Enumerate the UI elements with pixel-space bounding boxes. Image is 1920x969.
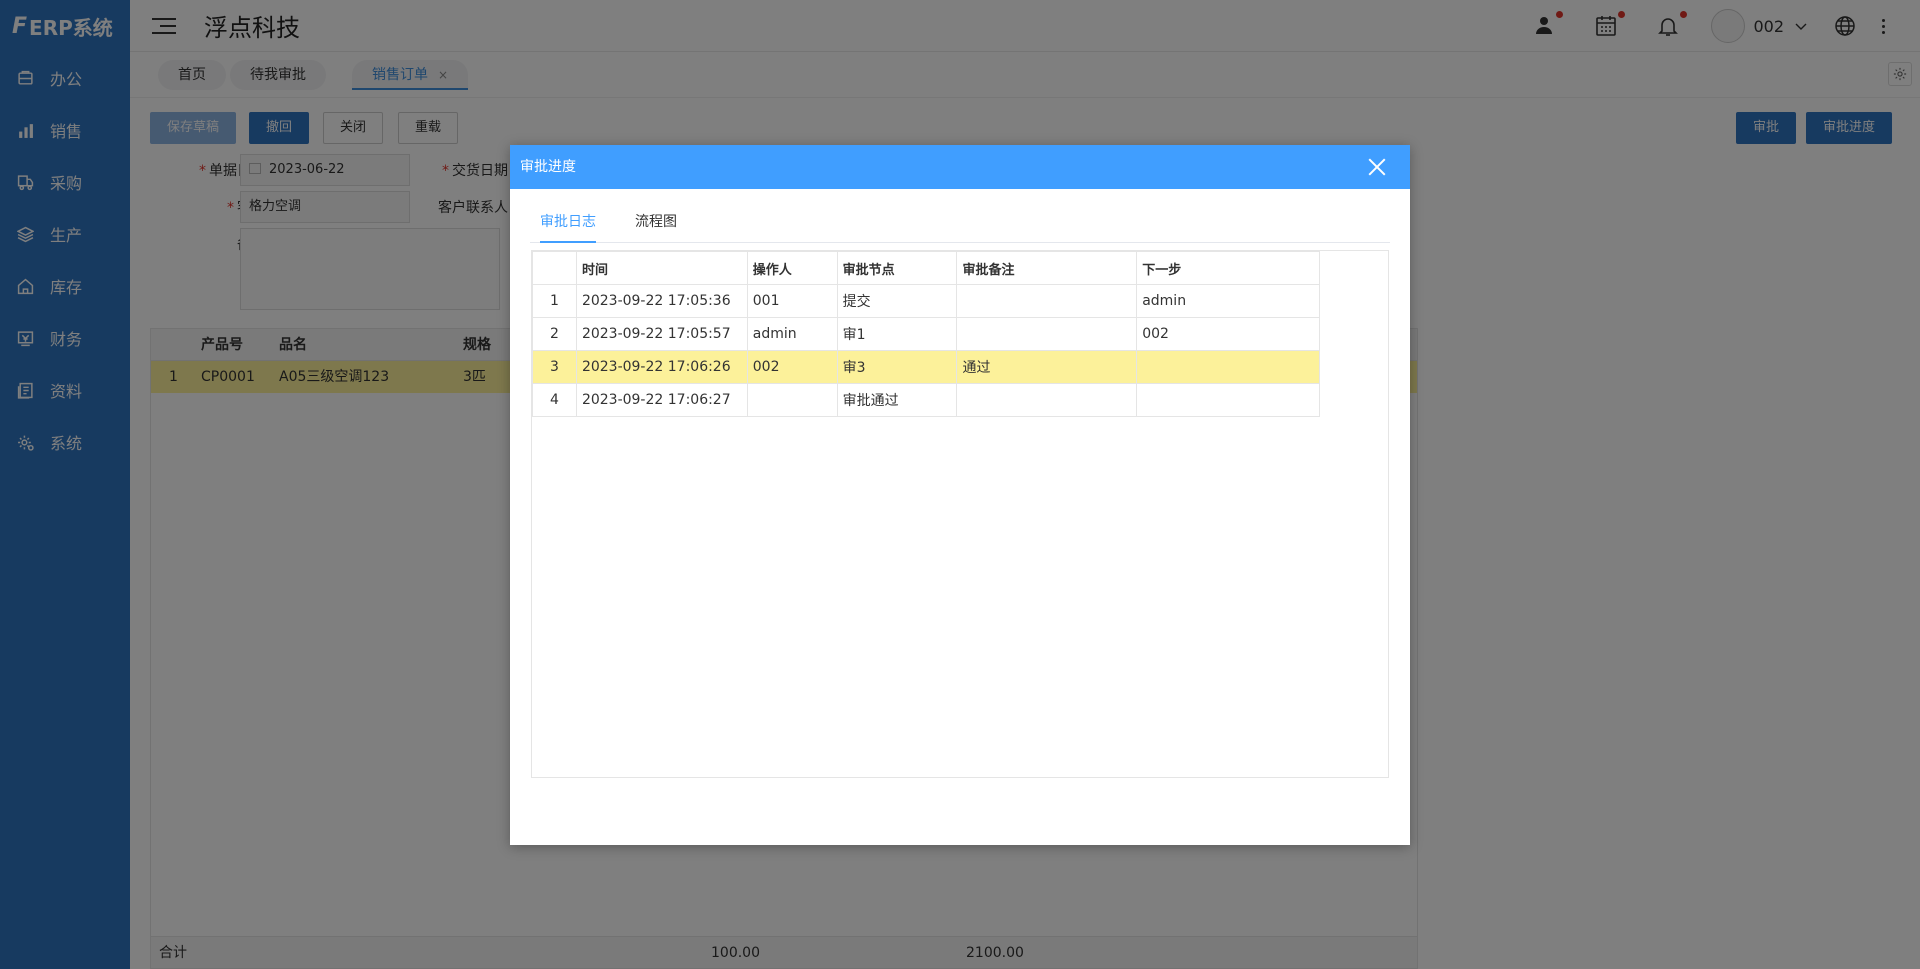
cell-operator: admin [746,317,838,351]
row-index: 2 [532,317,577,351]
column-header[interactable]: 审批备注 [956,251,1138,285]
cell-node: 审1 [836,317,958,351]
cell-remark [956,284,1138,318]
row-index: 1 [532,284,577,318]
cell-next [1136,350,1320,384]
dialog-header: 审批进度 [510,145,1410,189]
table-row[interactable]: 2 2023-09-22 17:05:57 admin 审1 002 [532,317,1320,351]
row-index: 4 [532,383,577,417]
table-row[interactable]: 1 2023-09-22 17:05:36 001 提交 admin [532,284,1320,318]
cell-remark: 通过 [956,350,1138,384]
approval-log-panel: 时间 操作人 审批节点 审批备注 下一步 1 2023-09-22 17:05:… [531,250,1389,778]
column-header[interactable]: 审批节点 [836,251,958,285]
cell-remark [956,317,1138,351]
tab-approval-log[interactable]: 审批日志 [540,201,596,243]
dialog-title: 审批进度 [520,159,576,175]
column-header[interactable]: 操作人 [746,251,838,285]
approval-progress-dialog: 审批进度 审批日志 流程图 时间 操作人 审批节点 审批备注 下一步 1 202… [510,145,1410,845]
cell-time: 2023-09-22 17:05:57 [575,317,748,351]
cell-time: 2023-09-22 17:06:27 [575,383,748,417]
table-row-selected[interactable]: 3 2023-09-22 17:06:26 002 审3 通过 [532,350,1320,384]
tab-flowchart[interactable]: 流程图 [635,201,677,243]
table-row[interactable]: 4 2023-09-22 17:06:27 审批通过 [532,383,1320,417]
cell-node: 审3 [836,350,958,384]
cell-next: admin [1136,284,1320,318]
dialog-tabs: 审批日志 流程图 [530,201,1390,243]
cell-time: 2023-09-22 17:05:36 [575,284,748,318]
cell-node: 审批通过 [836,383,958,417]
column-header-index [532,251,577,285]
cell-next: 002 [1136,317,1320,351]
row-index: 3 [532,350,577,384]
cell-operator [746,383,838,417]
cell-operator: 001 [746,284,838,318]
cell-operator: 002 [746,350,838,384]
approval-log-table: 时间 操作人 审批节点 审批备注 下一步 1 2023-09-22 17:05:… [532,251,1320,417]
cell-next [1136,383,1320,417]
table-header-row: 时间 操作人 审批节点 审批备注 下一步 [532,251,1320,285]
cell-remark [956,383,1138,417]
cell-time: 2023-09-22 17:06:26 [575,350,748,384]
cell-node: 提交 [836,284,958,318]
close-icon[interactable] [1368,158,1386,176]
column-header[interactable]: 时间 [575,251,748,285]
column-header[interactable]: 下一步 [1136,251,1320,285]
